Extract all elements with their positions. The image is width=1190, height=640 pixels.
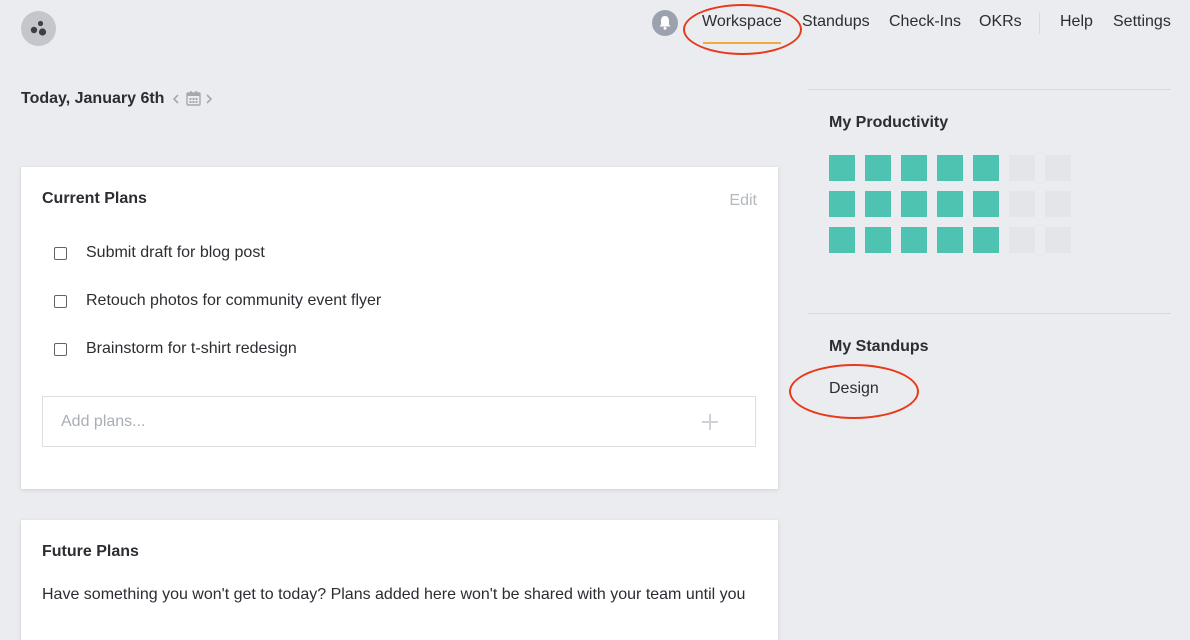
productivity-cell-filled bbox=[973, 191, 999, 217]
productivity-cell-filled bbox=[901, 227, 927, 253]
nav-okrs[interactable]: OKRs bbox=[979, 13, 1022, 31]
productivity-cell-filled bbox=[973, 155, 999, 181]
productivity-cell-filled bbox=[901, 191, 927, 217]
plan-checkbox[interactable] bbox=[54, 295, 67, 308]
productivity-cell-filled bbox=[865, 191, 891, 217]
productivity-cell-filled bbox=[829, 191, 855, 217]
productivity-cell-empty bbox=[1045, 155, 1071, 181]
productivity-cell-filled bbox=[973, 227, 999, 253]
future-plans-title: Future Plans bbox=[42, 543, 139, 560]
nav-divider bbox=[1039, 12, 1040, 34]
calendar-button[interactable] bbox=[186, 90, 201, 109]
productivity-cell-filled bbox=[937, 155, 963, 181]
plan-checkbox[interactable] bbox=[54, 247, 67, 260]
sidebar-divider bbox=[808, 89, 1171, 90]
page-title: Today, January 6th bbox=[21, 90, 165, 107]
productivity-cell-empty bbox=[1045, 227, 1071, 253]
future-plans-description: Have something you won't get to today? P… bbox=[42, 586, 746, 603]
current-plans-card: Current Plans Edit Submit draft for blog… bbox=[21, 167, 778, 489]
add-plan-button[interactable] bbox=[702, 414, 718, 430]
productivity-cell-filled bbox=[901, 155, 927, 181]
productivity-cell-empty bbox=[1009, 227, 1035, 253]
standups-title: My Standups bbox=[829, 338, 929, 355]
nav-standups[interactable]: Standups bbox=[802, 13, 870, 31]
bell-icon bbox=[659, 16, 671, 30]
previous-day-button[interactable] bbox=[172, 92, 180, 108]
nav-active-indicator bbox=[703, 42, 781, 44]
current-plans-title: Current Plans bbox=[42, 190, 147, 207]
future-plans-card: Future Plans Have something you won't ge… bbox=[21, 520, 778, 640]
notifications-button[interactable] bbox=[652, 10, 678, 36]
productivity-cell-filled bbox=[937, 227, 963, 253]
plan-text: Submit draft for blog post bbox=[86, 244, 265, 261]
productivity-cell-filled bbox=[865, 227, 891, 253]
productivity-cell-filled bbox=[865, 155, 891, 181]
chevron-right-icon bbox=[206, 94, 213, 104]
productivity-cell-empty bbox=[1009, 191, 1035, 217]
nav-check-ins[interactable]: Check-Ins bbox=[889, 13, 961, 31]
nav-workspace[interactable]: Workspace bbox=[702, 13, 782, 31]
top-nav: Workspace Standups Check-Ins OKRs Help S… bbox=[0, 0, 1190, 46]
productivity-cell-filled bbox=[937, 191, 963, 217]
nav-help[interactable]: Help bbox=[1060, 13, 1093, 31]
plan-checkbox[interactable] bbox=[54, 343, 67, 356]
add-plans-box bbox=[42, 396, 756, 447]
nav-settings[interactable]: Settings bbox=[1113, 13, 1171, 31]
calendar-icon bbox=[186, 91, 201, 106]
plan-text: Brainstorm for t-shirt redesign bbox=[86, 340, 297, 357]
productivity-cell-filled bbox=[829, 155, 855, 181]
productivity-cell-empty bbox=[1009, 155, 1035, 181]
plus-icon bbox=[702, 414, 718, 430]
edit-plans-button[interactable]: Edit bbox=[729, 192, 757, 210]
standup-link-design[interactable]: Design bbox=[829, 380, 879, 398]
add-plans-input[interactable] bbox=[61, 411, 661, 433]
sidebar-divider bbox=[808, 313, 1171, 314]
productivity-title: My Productivity bbox=[829, 114, 949, 131]
next-day-button[interactable] bbox=[205, 92, 213, 108]
plan-text: Retouch photos for community event flyer bbox=[86, 292, 382, 309]
productivity-cell-filled bbox=[829, 227, 855, 253]
chevron-left-icon bbox=[172, 94, 179, 104]
productivity-cell-empty bbox=[1045, 191, 1071, 217]
